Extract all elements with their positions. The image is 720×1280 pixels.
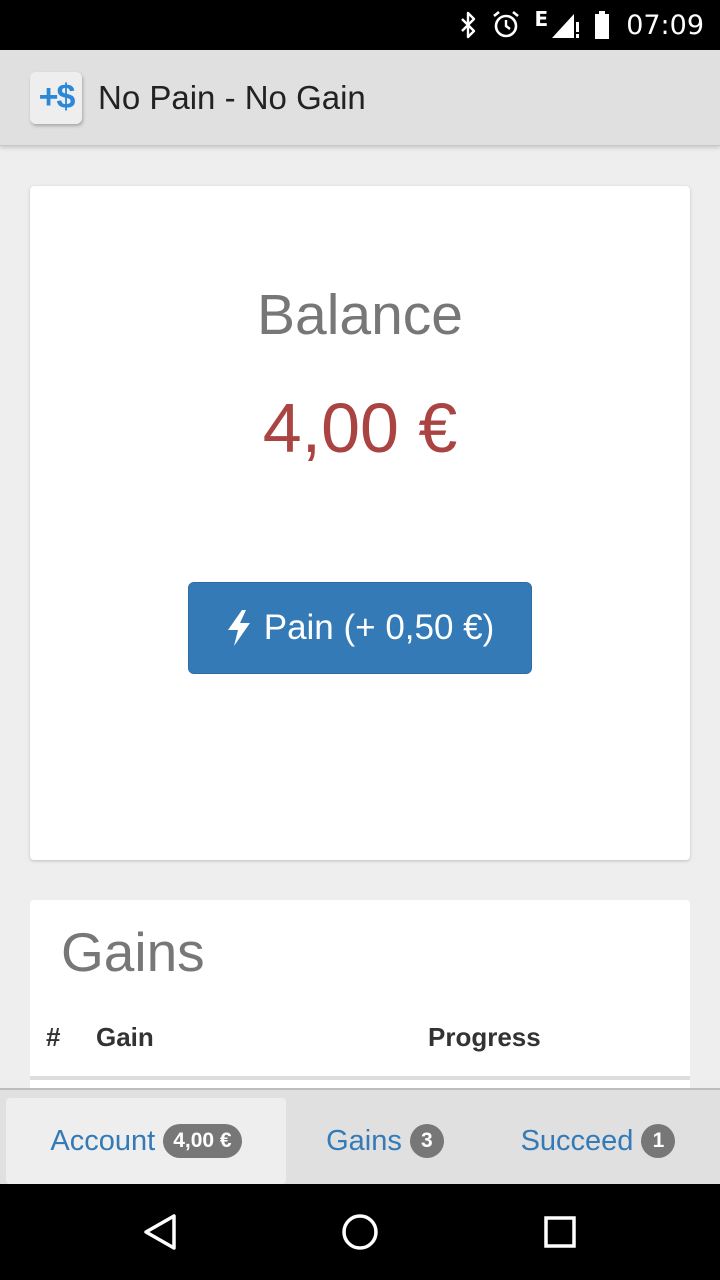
tab-succeed-badge: 1 [641,1124,676,1158]
table-header-divider [30,1076,690,1080]
alarm-icon [491,10,521,40]
tab-account[interactable]: Account 4,00 € [6,1098,286,1184]
balance-value: 4,00 € [262,389,458,467]
tab-account-label: Account [50,1124,156,1157]
app-logo: +$ [30,71,82,124]
bolt-icon [226,610,252,646]
gains-title: Gains [61,921,205,983]
column-header-progress: Progress [428,1022,541,1052]
battery-icon [594,10,610,40]
status-bar: E 07:09 [0,0,720,50]
pain-button-label: Pain (+ 0,50 €) [263,608,495,647]
app-bar: +$ No Pain - No Gain [0,50,720,146]
network-type-label: E [534,7,549,31]
home-icon[interactable] [340,1212,380,1252]
system-nav-bar [0,1184,720,1280]
bluetooth-icon [459,10,477,40]
column-header-gain: Gain [96,1022,154,1052]
tab-succeed[interactable]: Succeed 1 [496,1098,700,1184]
bottom-tab-bar: Account 4,00 € Gains 3 Succeed 1 [0,1088,720,1184]
app-title: No Pain - No Gain [98,78,366,116]
recents-icon[interactable] [540,1212,580,1252]
tab-succeed-label: Succeed [520,1124,634,1157]
tab-account-badge: 4,00 € [163,1124,242,1158]
back-icon[interactable] [140,1212,180,1252]
status-time: 07:09 [626,9,704,41]
balance-label: Balance [257,283,463,347]
tab-gains-badge: 3 [409,1124,444,1158]
tab-gains[interactable]: Gains 3 [298,1098,472,1184]
signal-icon [550,10,580,40]
pain-button[interactable]: Pain (+ 0,50 €) [188,582,532,674]
tab-gains-label: Gains [326,1124,402,1157]
column-header-number: # [46,1022,61,1052]
